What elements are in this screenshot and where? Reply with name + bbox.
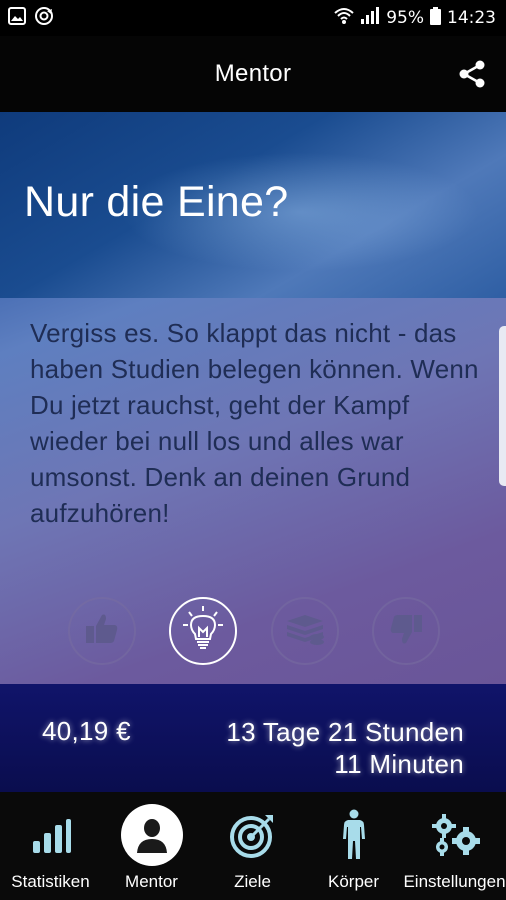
gears-icon [424, 804, 486, 866]
mentor-card: Nur die Eine? Vergiss es. So klappt das … [0, 112, 506, 684]
lightbulb-button[interactable] [169, 597, 237, 665]
image-icon [8, 6, 26, 30]
battery-icon [430, 6, 441, 30]
lightbulb-icon [180, 604, 226, 659]
body-icon [323, 804, 385, 866]
app-bar: Mentor [0, 36, 506, 112]
signal-icon [360, 6, 380, 30]
page-title: Mentor [214, 60, 292, 87]
thumbs-down-icon [386, 609, 426, 654]
thumbs-down-button[interactable] [372, 597, 440, 665]
bottom-nav: Statistiken Mentor Ziele Körper Einstell… [0, 792, 506, 900]
thumbs-up-icon [82, 609, 122, 654]
clock: 14:23 [447, 8, 496, 28]
thumbs-up-button[interactable] [68, 597, 136, 665]
person-icon [120, 804, 183, 866]
time-line-1: 13 Tage 21 Stunden [226, 717, 464, 747]
nav-item-mentor[interactable]: Mentor [101, 792, 202, 900]
nav-label: Mentor [125, 872, 178, 891]
money-button[interactable] [271, 597, 339, 665]
nav-item-statistiken[interactable]: Statistiken [0, 792, 101, 900]
nav-label: Ziele [234, 872, 271, 891]
nav-item-koerper[interactable]: Körper [303, 792, 404, 900]
smoke-free-time: 13 Tage 21 Stunden 11 Minuten [226, 716, 464, 780]
savings-stats: 40,19 € 13 Tage 21 Stunden 11 Minuten [0, 684, 506, 792]
money-stack-icon [283, 611, 327, 652]
card-actions [0, 597, 506, 667]
money-saved: 40,19 € [42, 716, 131, 746]
nav-label: Einstellungen [403, 872, 506, 891]
status-bar: 95% 14:23 [0, 0, 506, 36]
side-drawer-handle[interactable] [499, 326, 506, 486]
nav-label: Körper [327, 872, 380, 891]
share-icon[interactable] [456, 58, 488, 90]
nav-label: Statistiken [11, 872, 90, 891]
wifi-icon [334, 7, 354, 30]
nav-item-ziele[interactable]: Ziele [202, 792, 303, 900]
target-icon [222, 804, 284, 866]
sync-icon [34, 6, 54, 31]
card-headline: Nur die Eine? [24, 178, 289, 226]
nav-item-einstellungen[interactable]: Einstellungen [403, 792, 506, 900]
time-line-2: 11 Minuten [334, 749, 464, 779]
bar-chart-icon [20, 804, 82, 866]
card-body-text: Vergiss es. So klappt das nicht - das ha… [30, 318, 479, 528]
battery-percent: 95% [386, 8, 424, 28]
